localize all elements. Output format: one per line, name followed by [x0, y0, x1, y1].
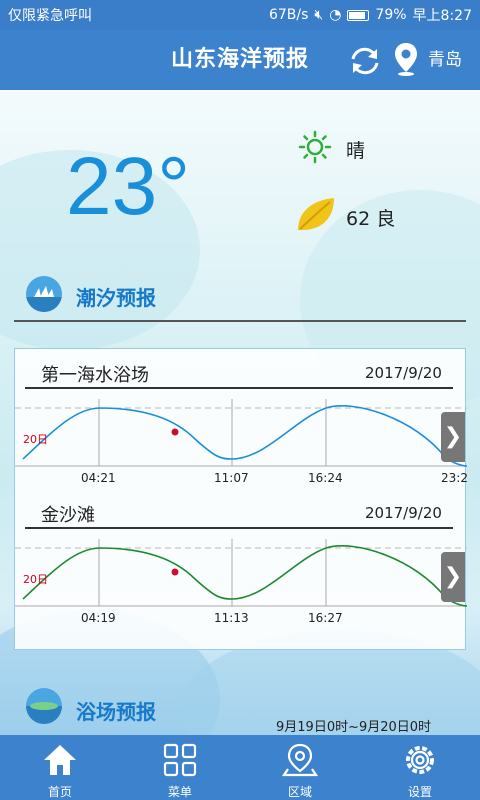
tide-curve-line: [22, 405, 467, 467]
battery-icon: [347, 9, 370, 21]
chart-y-label: 20日: [23, 573, 48, 586]
tab-region[interactable]: 区域: [240, 735, 360, 800]
tab-settings[interactable]: 设置: [360, 735, 480, 800]
tide-chart-2: [15, 539, 467, 619]
refresh-icon[interactable]: [348, 44, 382, 78]
tide-section-icon: [26, 276, 62, 312]
tide-time-label: 16:27: [308, 611, 343, 625]
tide-time-label: 04:21: [81, 471, 116, 485]
city-selector[interactable]: 青岛: [428, 30, 462, 90]
wifi-icon: ◔: [329, 7, 342, 23]
tide-section-title: 潮汐预报: [76, 286, 156, 310]
next-arrow-button[interactable]: ❯: [441, 552, 465, 602]
app-bar: 山东海洋预报 青岛: [0, 30, 480, 90]
temperature: 23°: [66, 141, 191, 232]
sun-icon: [298, 130, 332, 164]
tide-chart-1: [15, 399, 467, 479]
next-arrow-button[interactable]: ❯: [441, 412, 465, 462]
status-bar: 仅限紧急呼叫 67B/s 🔇︎ ◔ 79% 早上8:27: [0, 0, 480, 30]
current-tide-marker: [171, 568, 179, 576]
forecast-time-range: 9月19日0时~9月20日0时: [276, 720, 432, 735]
map-pin-icon: [282, 743, 318, 777]
tide-time-label: 23:2: [441, 471, 468, 485]
tab-label: 首页: [47, 785, 72, 799]
tab-label: 区域: [287, 785, 312, 799]
leaf-icon: [298, 198, 334, 230]
tide-time-label: 16:24: [308, 471, 343, 485]
tab-home[interactable]: 首页: [0, 735, 120, 800]
carrier-text: 仅限紧急呼叫: [8, 8, 92, 24]
tab-label: 设置: [407, 785, 432, 799]
network-speed: 67B/s: [268, 7, 309, 23]
bath-section-title: 浴场预报: [76, 700, 156, 724]
grid-icon: [163, 743, 197, 777]
tide-time-label: 11:07: [214, 471, 249, 485]
tide-time-label: 04:19: [81, 611, 116, 625]
bottom-tab-bar: 首页 菜单 区域 设置: [0, 735, 480, 800]
tab-menu[interactable]: 菜单: [120, 735, 240, 800]
tide-curve-svg: [15, 399, 467, 467]
home-icon: [44, 745, 76, 775]
tide-section-divider: [14, 320, 466, 322]
location-pin-icon[interactable]: [393, 42, 419, 76]
beach-divider: [25, 387, 453, 389]
tide-card: 第一海水浴场 2017/9/20 20日 04:21 11:07 16:24 2…: [14, 348, 468, 650]
current-tide-marker: [171, 428, 179, 436]
tide-time-label: 11:13: [214, 611, 249, 625]
weather-condition: 晴: [346, 140, 366, 162]
bath-section-icon: [26, 688, 62, 724]
tide-curve-svg: [15, 539, 467, 607]
gear-icon: [406, 746, 434, 774]
tide-curve-line: [22, 545, 467, 607]
chart-y-label: 20日: [23, 433, 48, 446]
clock: 早上8:27: [412, 8, 472, 24]
beach-date: 2017/9/20: [365, 504, 442, 522]
beach-divider: [25, 527, 453, 529]
tab-label: 菜单: [167, 785, 192, 799]
beach-name: 第一海水浴场: [41, 365, 149, 386]
battery-level: 79%: [375, 7, 407, 23]
air-quality: 62 良: [346, 208, 396, 230]
mute-icon: 🔇︎: [314, 7, 324, 23]
beach-name: 金沙滩: [41, 505, 95, 526]
beach-date: 2017/9/20: [365, 364, 442, 382]
